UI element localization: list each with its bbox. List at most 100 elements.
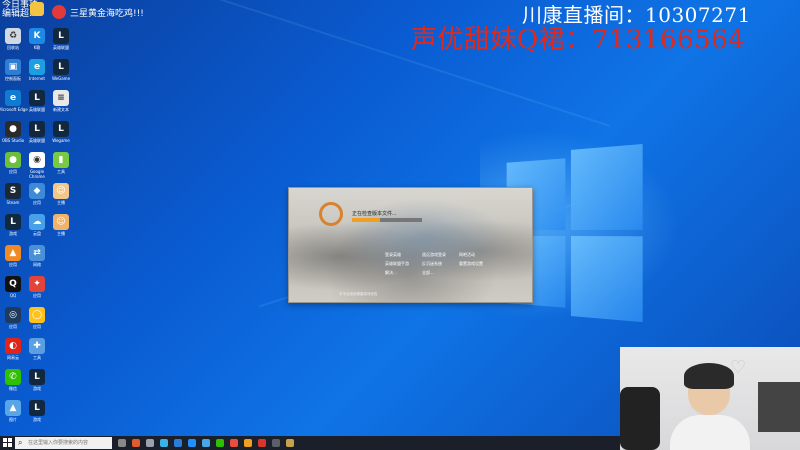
desktop-icon-label: 主播 xyxy=(57,231,65,236)
game-icon-4: L xyxy=(29,121,45,137)
desktop-icon-label: 游戏 xyxy=(33,417,41,422)
desktop-icon-label: 主播 xyxy=(57,200,65,205)
launcher-menu-item[interactable]: 反沉迷系统 xyxy=(422,259,458,268)
game-launcher-window[interactable]: 正在检查版本文件... 登录英雄 遥远游戏登录 网吧活动英雄联盟手游 反沉迷系统 重置游… xyxy=(288,187,533,303)
taskbar-app-icon[interactable] xyxy=(202,439,210,447)
taskbar-app-icon[interactable] xyxy=(188,439,196,447)
control-panel-icon: ▣ xyxy=(5,59,21,75)
webcam-shelf xyxy=(758,382,800,432)
taskbar-app-icon[interactable] xyxy=(230,439,238,447)
stream-group-text: 声优甜妹Q裙：713166564 xyxy=(411,25,746,55)
app-red-icon[interactable]: ✦ 应用 xyxy=(24,276,50,306)
taskbar-app-icon[interactable] xyxy=(286,439,294,447)
steam-icon: S xyxy=(5,183,21,199)
game-launcher-icon: L xyxy=(53,28,69,44)
app-tool-icon[interactable]: ✚ 工具 xyxy=(24,338,50,368)
launcher-menu-item[interactable]: 英雄联盟手游 xyxy=(385,259,421,268)
app-dark-icon: ◎ xyxy=(5,307,21,323)
app-char-icon[interactable]: ☺ 主播 xyxy=(48,183,74,213)
desktop-icon-label: 工具 xyxy=(33,355,41,360)
taskbar-app-icon[interactable] xyxy=(258,439,266,447)
start-button[interactable] xyxy=(3,438,13,448)
photo-icon: ▲ xyxy=(5,400,21,416)
game-icon-8[interactable]: L 游戏 xyxy=(24,400,50,430)
game-icon-5[interactable]: L Wegame xyxy=(48,121,74,151)
taskbar-app-icon[interactable] xyxy=(272,439,280,447)
chrome-icon: ◉ xyxy=(29,152,45,168)
taskbar-search-box[interactable]: ⌕ xyxy=(15,437,112,449)
notice-line3: 三星黄金海吃鸡!!! xyxy=(70,9,144,19)
cloud-icon: ☁ xyxy=(29,214,45,230)
desktop-icon-label: 网络 xyxy=(33,262,41,267)
qq-icon: Q xyxy=(5,276,21,292)
app-char2-icon[interactable]: ☺ 主播 xyxy=(48,214,74,244)
search-icon: ⌕ xyxy=(18,438,23,447)
desktop-icon-label: 应用 xyxy=(33,293,41,298)
wechat-icon: ✆ xyxy=(5,369,21,385)
desktop-icon-label: 英雄联盟 xyxy=(53,45,69,50)
task-view-icon[interactable] xyxy=(118,439,126,447)
game-icon-5: L xyxy=(53,121,69,137)
launcher-footer: 本平台适用健康游戏忠告 xyxy=(339,292,378,296)
network-icon[interactable]: ⇄ 网络 xyxy=(24,245,50,275)
edge-icon: e xyxy=(5,90,21,106)
game-icon-7[interactable]: L 游戏 xyxy=(24,369,50,399)
taskbar-app-icon[interactable] xyxy=(132,439,140,447)
bar-icon[interactable]: ▮ 工具 xyxy=(48,152,74,182)
app-yellow-icon: ◯ xyxy=(29,307,45,323)
launcher-menu-item[interactable]: 登录英雄 xyxy=(385,250,421,259)
netease-icon: ◐ xyxy=(5,338,21,354)
taskbar-app-icon[interactable] xyxy=(160,439,168,447)
app-char-icon: ☺ xyxy=(53,183,69,199)
app-orange-icon: ▲ xyxy=(5,245,21,261)
launcher-menu: 登录英雄 遥远游戏登录 网吧活动英雄联盟手游 反沉迷系统 重置游戏设置解决... 全部..… xyxy=(385,250,497,277)
launcher-progress-fill xyxy=(352,218,380,222)
game-icon-8: L xyxy=(29,400,45,416)
game-launcher-icon[interactable]: L 英雄联盟 xyxy=(48,28,74,58)
search-input[interactable] xyxy=(28,438,108,447)
game-icon-6: L xyxy=(5,214,21,230)
webcam-overlay: ♡ xyxy=(620,347,800,450)
launcher-logo-icon xyxy=(319,202,343,226)
app-yellow-icon[interactable]: ◯ 应用 xyxy=(24,307,50,337)
k-app-icon: K xyxy=(29,28,45,44)
app-green-icon: ● xyxy=(5,152,21,168)
network-icon: ⇄ xyxy=(29,245,45,261)
taskbar-app-icon[interactable] xyxy=(216,439,224,447)
desktop-icon-label: 应用 xyxy=(33,324,41,329)
webcam-person-body xyxy=(670,415,750,450)
app-char2-icon: ☺ xyxy=(53,214,69,230)
desktop-icon-label: WeGame xyxy=(51,76,71,81)
recycle-bin-icon: ♻ xyxy=(5,28,21,44)
desktop-icon-label: 工具 xyxy=(57,169,65,174)
webcam-chair xyxy=(620,387,660,450)
launcher-progress xyxy=(352,218,422,222)
app-red-icon: ✦ xyxy=(29,276,45,292)
desktop-icon-label: 新建文本 xyxy=(53,107,69,112)
taskbar-app-icon[interactable] xyxy=(146,439,154,447)
taskbar-app-icon[interactable] xyxy=(244,439,252,447)
desktop-icon-label: Wegame xyxy=(52,138,70,143)
notice-icon xyxy=(30,2,44,16)
taskbar-app-icon[interactable] xyxy=(174,439,182,447)
game-icon-2: L xyxy=(53,59,69,75)
file-icon: ≡ xyxy=(53,90,69,106)
obs-icon: ● xyxy=(5,121,21,137)
notice-icon xyxy=(52,5,66,19)
game-icon-7: L xyxy=(29,369,45,385)
game-icon-3: L xyxy=(29,90,45,106)
file-icon[interactable]: ≡ 新建文本 xyxy=(48,90,74,120)
webcam-person-hair xyxy=(684,363,734,389)
launcher-menu-item[interactable]: 遥远游戏登录 xyxy=(422,250,458,259)
game-icon-2[interactable]: L WeGame xyxy=(48,59,74,89)
desktop-notice: 今日事项 编辑超... 三星黄金海吃鸡!!! xyxy=(0,0,170,22)
launcher-menu-item[interactable]: 网吧活动 xyxy=(459,250,495,259)
launcher-menu-item[interactable]: 解决... xyxy=(385,268,421,277)
launcher-status: 正在检查版本文件... xyxy=(352,211,397,217)
app-tool-icon: ✚ xyxy=(29,338,45,354)
app-blue-icon: ◆ xyxy=(29,183,45,199)
bar-icon: ▮ xyxy=(53,152,69,168)
launcher-menu-item[interactable]: 全部... xyxy=(422,268,458,277)
desktop-icon-label: 游戏 xyxy=(33,386,41,391)
launcher-menu-item[interactable]: 重置游戏设置 xyxy=(459,259,495,268)
